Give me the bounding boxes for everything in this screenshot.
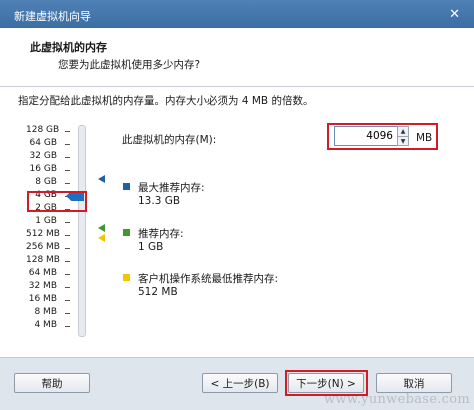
memory-input[interactable]	[334, 126, 398, 146]
memory-scale-tick	[65, 157, 70, 158]
memory-scale-label: 64 MB	[28, 268, 57, 278]
memory-scale-tick	[65, 131, 70, 132]
memory-scale-tick	[65, 170, 70, 171]
memory-unit: MB	[416, 132, 433, 144]
memory-scale-label: 16 MB	[28, 294, 57, 304]
wizard-header: 此虚拟机的内存 您要为此虚拟机使用多少内存?	[0, 28, 474, 87]
guest-min-label: 客户机操作系统最低推荐内存:	[138, 273, 279, 285]
guest-min-marker	[98, 234, 105, 242]
memory-scale-tick	[65, 313, 70, 314]
slider-thumb[interactable]	[66, 191, 84, 201]
recommended-marker	[98, 224, 105, 232]
spinner-down-icon[interactable]: ▼	[398, 137, 408, 146]
recommended-label: 推荐内存:	[138, 228, 184, 240]
memory-slider[interactable]: 128 GB 64 GB 32 GB 16 GB 8 GB 4 GB 2 GB 1 GB 512…	[26, 125, 106, 345]
memory-scale-label: 256 MB	[26, 242, 60, 252]
memory-scale-tick	[65, 235, 70, 236]
memory-scale-label: 512 MB	[26, 229, 60, 239]
memory-scale-label: 32 MB	[28, 281, 57, 291]
memory-scale-tick	[65, 222, 70, 223]
max-recommended-value: 13.3 GB	[138, 195, 181, 207]
memory-scale-tick	[65, 300, 70, 301]
memory-field-label: 此虚拟机的内存(M):	[122, 134, 217, 146]
page-title: 此虚拟机的内存	[30, 41, 107, 54]
max-recommended-icon	[123, 183, 130, 190]
max-recommended-label: 最大推荐内存:	[138, 182, 205, 194]
memory-scale-tick	[65, 261, 70, 262]
memory-spinner[interactable]: ▲ ▼	[397, 126, 409, 146]
instruction-text: 指定分配给此虚拟机的内存量。内存大小必须为 4 MB 的倍数。	[18, 95, 314, 107]
memory-scale-tick	[65, 326, 70, 327]
recommended-value: 1 GB	[138, 241, 164, 253]
memory-scale-tick	[65, 287, 70, 288]
memory-scale-label: 16 GB	[29, 164, 57, 174]
memory-scale-tick	[65, 209, 70, 210]
memory-scale-label: 8 MB	[34, 307, 57, 317]
watermark: www.yunwebase.com	[324, 392, 470, 407]
memory-scale-label: 4 GB	[35, 190, 57, 200]
next-button[interactable]: 下一步(N) >	[288, 373, 364, 393]
memory-scale-label: 2 GB	[35, 203, 57, 213]
close-icon[interactable]: ✕	[449, 7, 460, 22]
memory-scale-tick	[65, 248, 70, 249]
memory-scale-tick	[65, 144, 70, 145]
cancel-button[interactable]: 取消	[376, 373, 452, 393]
recommended-icon	[123, 229, 130, 236]
memory-scale-label: 1 GB	[35, 216, 57, 226]
memory-scale-label: 8 GB	[35, 177, 57, 187]
title-bar: 新建虚拟机向导 ✕	[0, 0, 474, 28]
help-button[interactable]: 帮助	[14, 373, 90, 393]
max-recommended-marker	[98, 175, 105, 183]
memory-scale-tick	[65, 274, 70, 275]
back-button[interactable]: < 上一步(B)	[202, 373, 278, 393]
window-title: 新建虚拟机向导	[14, 10, 91, 23]
slider-track[interactable]	[78, 125, 86, 337]
memory-scale-label: 64 GB	[29, 138, 57, 148]
memory-scale-label: 128 MB	[26, 255, 60, 265]
spinner-up-icon[interactable]: ▲	[398, 127, 408, 137]
guest-min-icon	[123, 274, 130, 281]
memory-scale-label: 4 MB	[34, 320, 57, 330]
page-subtitle: 您要为此虚拟机使用多少内存?	[58, 59, 201, 71]
memory-scale-tick	[65, 183, 70, 184]
guest-min-value: 512 MB	[138, 286, 178, 298]
memory-scale-label: 128 GB	[26, 125, 60, 135]
memory-scale-label: 32 GB	[29, 151, 57, 161]
main-content: 指定分配给此虚拟机的内存量。内存大小必须为 4 MB 的倍数。 128 GB 64…	[0, 87, 474, 357]
